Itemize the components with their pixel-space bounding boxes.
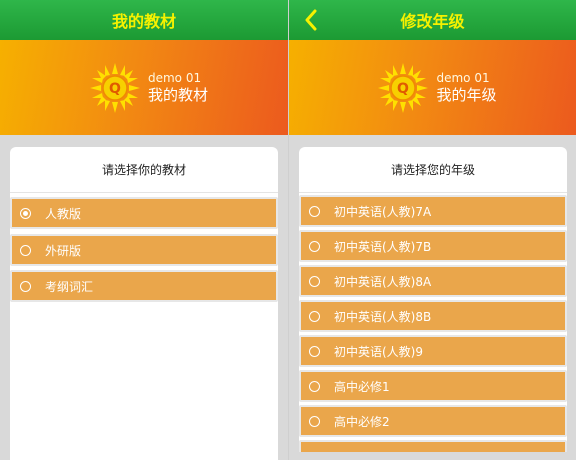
logo-letter: Q xyxy=(398,81,410,97)
option-label: 考纲词汇 xyxy=(45,279,94,294)
radio-icon xyxy=(309,240,320,252)
option-grade-8b[interactable]: 初中英语(人教)8B xyxy=(299,300,567,332)
banner-content: Q demo 01 我的年级 xyxy=(376,61,497,115)
option-grade-senior-1[interactable]: 高中必修1 xyxy=(299,370,567,402)
page-title: 修改年级 xyxy=(400,12,465,31)
option-label: 人教版 xyxy=(45,206,82,221)
bottom-edge xyxy=(289,452,576,460)
radio-selected-dot xyxy=(23,210,28,216)
title-bar: 修改年级 xyxy=(289,0,576,40)
option-grade-senior-2[interactable]: 高中必修2 xyxy=(299,405,567,437)
option-label: 初中英语(人教)8B xyxy=(334,309,432,324)
profile-banner: Q demo 01 我的年级 xyxy=(289,40,576,135)
radio-icon xyxy=(309,205,320,217)
grade-screen: 修改年级 Q demo 01 我的年级 请选择您的年级 初中英语(人教)7A 初… xyxy=(288,0,576,460)
card-prompt: 请选择您的年级 xyxy=(299,147,567,193)
logo-letter: Q xyxy=(109,81,121,97)
textbook-screen: 我的教材 Q demo 01 我的教材 请选择你的教材 人教版 外研版 考纲词汇 xyxy=(0,0,288,460)
option-label: 初中英语(人教)8A xyxy=(334,274,432,289)
card-prompt: 请选择你的教材 xyxy=(10,147,278,193)
banner-subtitle: 我的教材 xyxy=(147,85,208,104)
option-label: 初中英语(人教)9 xyxy=(334,344,423,359)
option-label: 高中必修2 xyxy=(334,414,390,429)
radio-icon xyxy=(20,280,31,292)
banner-text: demo 01 我的教材 xyxy=(148,71,208,105)
radio-icon xyxy=(309,310,320,322)
username: demo 01 xyxy=(147,70,202,85)
chevron-left-icon[interactable] xyxy=(299,6,323,34)
radio-icon xyxy=(309,345,320,357)
textbook-card: 请选择你的教材 人教版 外研版 考纲词汇 xyxy=(10,147,278,460)
sun-logo-icon: Q xyxy=(89,62,140,113)
option-grade-8a[interactable]: 初中英语(人教)8A xyxy=(299,265,567,297)
title-bar: 我的教材 xyxy=(0,0,288,40)
option-grade-7b[interactable]: 初中英语(人教)7B xyxy=(299,230,567,262)
app-root: 我的教材 Q demo 01 我的教材 请选择你的教材 人教版 外研版 考纲词汇… xyxy=(0,0,576,460)
option-grade-9[interactable]: 初中英语(人教)9 xyxy=(299,335,567,367)
banner-text: demo 01 我的年级 xyxy=(436,71,496,105)
radio-icon xyxy=(309,275,320,287)
option-label: 高中必修1 xyxy=(334,379,390,394)
radio-icon xyxy=(20,244,31,256)
option-label: 初中英语(人教)7A xyxy=(334,204,432,219)
radio-icon xyxy=(20,207,31,219)
page-title: 我的教材 xyxy=(111,12,176,31)
banner-content: Q demo 01 我的教材 xyxy=(88,61,208,115)
radio-icon xyxy=(309,380,320,392)
radio-icon xyxy=(309,415,320,427)
option-textbook-pep[interactable]: 人教版 xyxy=(10,197,278,229)
grade-card: 请选择您的年级 初中英语(人教)7A 初中英语(人教)7B 初中英语(人教)8A… xyxy=(299,147,567,460)
option-label: 外研版 xyxy=(45,243,82,258)
option-textbook-fltrp[interactable]: 外研版 xyxy=(10,234,278,266)
profile-banner: Q demo 01 我的教材 xyxy=(0,40,288,135)
banner-subtitle: 我的年级 xyxy=(436,85,497,104)
username: demo 01 xyxy=(436,70,490,85)
option-textbook-syllabus[interactable]: 考纲词汇 xyxy=(10,270,278,302)
option-label: 初中英语(人教)7B xyxy=(334,239,432,254)
option-grade-7a[interactable]: 初中英语(人教)7A xyxy=(299,195,567,227)
sun-logo-icon: Q xyxy=(378,62,429,113)
